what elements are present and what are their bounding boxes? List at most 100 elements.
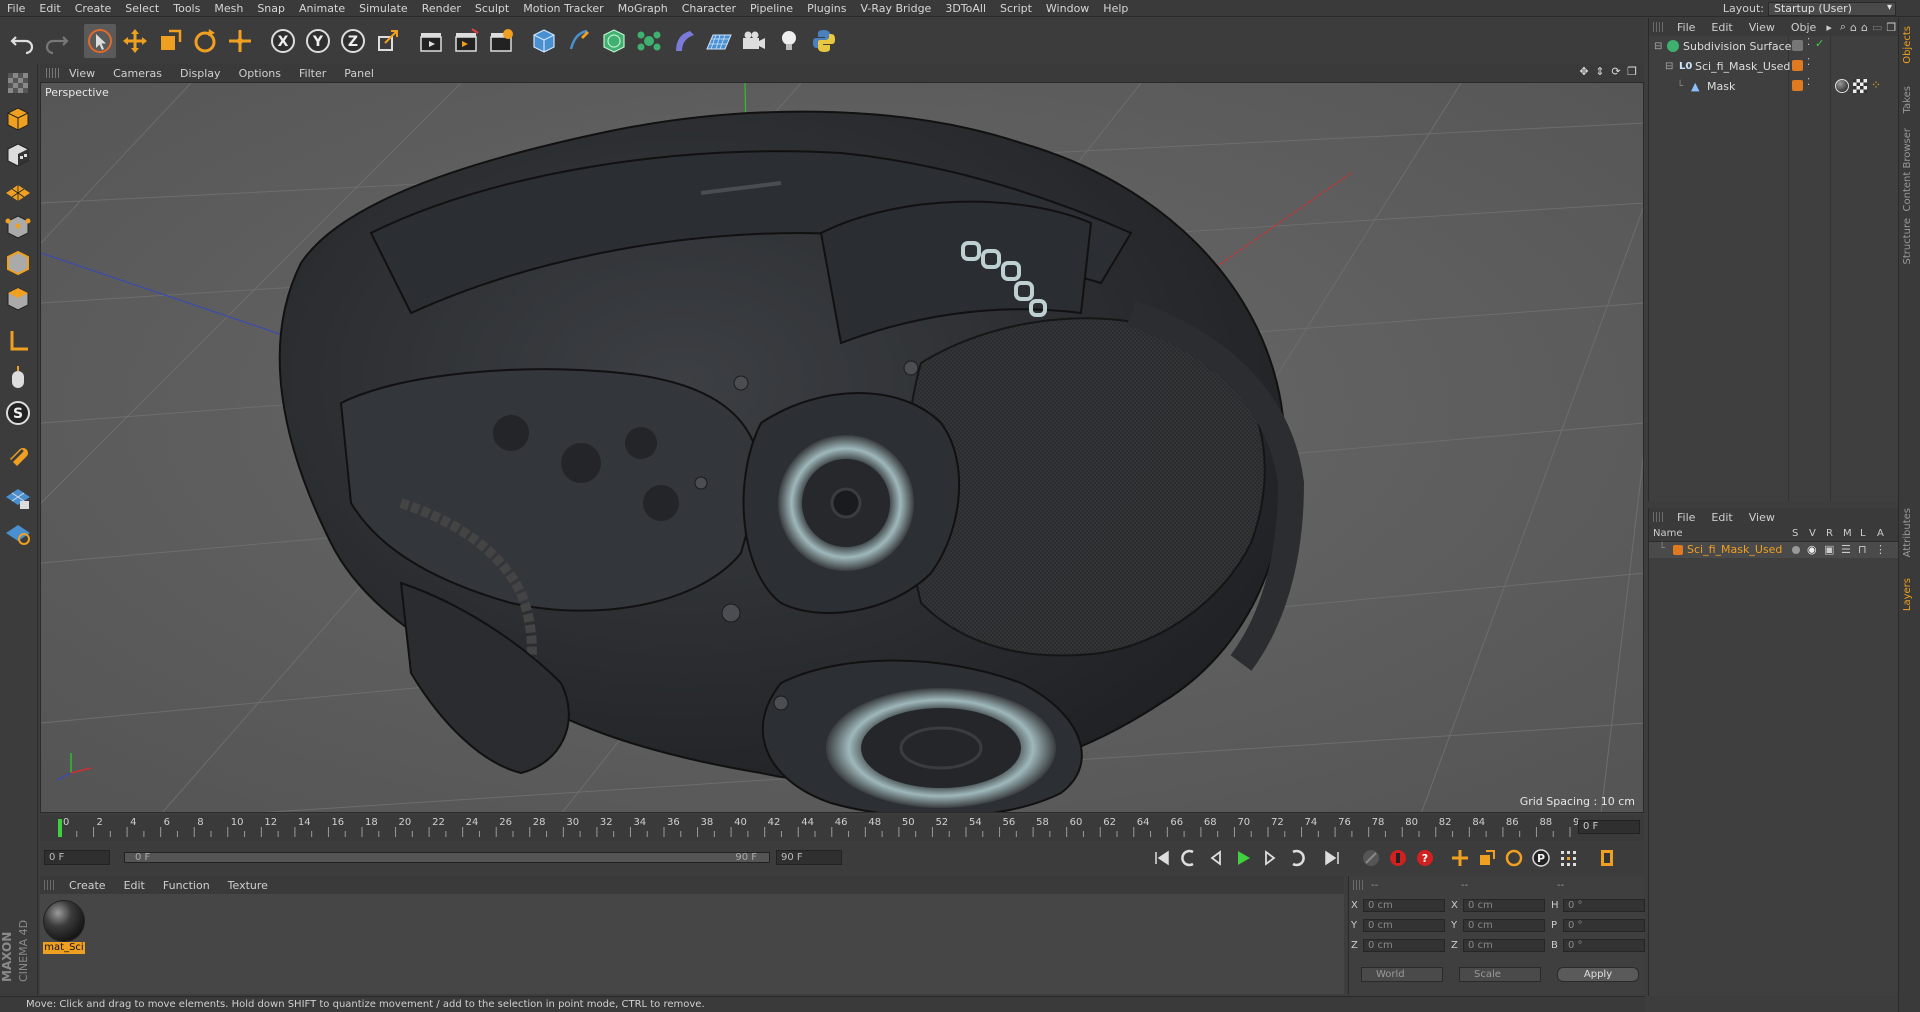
- menu-simulate[interactable]: Simulate: [352, 0, 415, 17]
- collapse-toggle-icon[interactable]: ⊟: [1654, 41, 1662, 52]
- perspective-viewport[interactable]: Perspective Grid Spacing : 10 cm: [40, 82, 1644, 813]
- mograph-cloner-button[interactable]: [633, 24, 665, 58]
- object-row-scifi-mask[interactable]: ⊟ L0 Sci_fi_Mask_Used ⁚: [1649, 56, 1899, 76]
- viewport-menu-filter[interactable]: Filter: [290, 67, 335, 80]
- menu-mesh[interactable]: Mesh: [207, 0, 250, 17]
- deformer-button[interactable]: [668, 24, 700, 58]
- search-icon[interactable]: ⌕: [1840, 20, 1846, 34]
- next-frame-button[interactable]: [1258, 846, 1282, 870]
- workplane-mode-button[interactable]: [0, 174, 36, 208]
- panel-grip[interactable]: [1353, 880, 1365, 890]
- menu-sculpt[interactable]: Sculpt: [468, 0, 516, 17]
- previous-key-button[interactable]: [1177, 846, 1201, 870]
- autokey-button[interactable]: ?: [1413, 846, 1437, 870]
- object-row-subdivision-surface[interactable]: ⊟ Subdivision Surface ⁚ ✓: [1649, 36, 1899, 56]
- menu-tools[interactable]: Tools: [166, 0, 207, 17]
- playhead[interactable]: [58, 819, 62, 837]
- render-settings-button[interactable]: [485, 24, 517, 58]
- edge-mode-button[interactable]: [0, 246, 36, 280]
- layer-row-scifi-mask[interactable]: └ Sci_fi_Mask_Used ◉ ▣ ☰ ⊓ ⋮: [1649, 542, 1899, 558]
- size-z-field[interactable]: 0 cm: [1463, 938, 1545, 952]
- undo-button[interactable]: [6, 24, 38, 58]
- layer-menu-view[interactable]: View: [1741, 511, 1783, 524]
- menu-3dtoall[interactable]: 3DToAll: [938, 0, 993, 17]
- light-object-button[interactable]: [773, 24, 805, 58]
- viewport-menu-view[interactable]: View: [60, 67, 104, 80]
- rotate-tool-button[interactable]: [189, 24, 221, 58]
- transform-tool-button[interactable]: [224, 24, 256, 58]
- go-to-start-button[interactable]: [1150, 846, 1174, 870]
- new-view-icon[interactable]: ▭: [1872, 21, 1882, 34]
- layer-tag-icon[interactable]: [1792, 40, 1803, 51]
- column-locked[interactable]: L: [1860, 528, 1866, 539]
- solo-dot-icon[interactable]: [1792, 546, 1800, 554]
- panel-grip[interactable]: [1653, 512, 1665, 522]
- render-picture-viewer-button[interactable]: [450, 24, 482, 58]
- axis-mode-button[interactable]: [0, 324, 36, 358]
- current-frame-field[interactable]: 0 F: [1578, 820, 1640, 834]
- snap-toggle-button[interactable]: S: [0, 396, 36, 430]
- menu-animate[interactable]: Animate: [292, 0, 352, 17]
- model-mode-button[interactable]: [0, 102, 36, 136]
- x-axis-lock-button[interactable]: X: [267, 24, 299, 58]
- dolly-view-icon[interactable]: ⇕: [1594, 66, 1606, 78]
- object-menu-objects[interactable]: Obje: [1783, 21, 1824, 34]
- menu-plugins[interactable]: Plugins: [800, 0, 853, 17]
- collapse-toggle-icon[interactable]: ⊟: [1665, 61, 1673, 72]
- enabled-check-icon[interactable]: ✓: [1815, 37, 1824, 50]
- layer-color-icon[interactable]: [1792, 80, 1803, 91]
- menu-character[interactable]: Character: [675, 0, 743, 17]
- start-frame-field[interactable]: 0 F: [44, 850, 110, 865]
- material-swatch[interactable]: mat_Sci: [43, 900, 85, 954]
- position-y-field[interactable]: 0 cm: [1363, 918, 1445, 932]
- render-view-button[interactable]: [415, 24, 447, 58]
- panel-grip[interactable]: [44, 880, 56, 890]
- live-selection-button[interactable]: [84, 24, 116, 58]
- planar-workplane-button[interactable]: [0, 516, 36, 550]
- menu-snap[interactable]: Snap: [250, 0, 292, 17]
- menu-mograph[interactable]: MoGraph: [611, 0, 675, 17]
- menu-overflow-icon[interactable]: ▸: [1826, 21, 1832, 34]
- rotate-view-icon[interactable]: ⟳: [1610, 66, 1622, 78]
- material-menu-texture[interactable]: Texture: [219, 879, 277, 892]
- viewport-menu-panel[interactable]: Panel: [335, 67, 383, 80]
- menu-pipeline[interactable]: Pipeline: [743, 0, 800, 17]
- viewport-menu-cameras[interactable]: Cameras: [104, 67, 171, 80]
- tab-attributes[interactable]: Attributes: [1902, 508, 1913, 557]
- z-axis-lock-button[interactable]: Z: [337, 24, 369, 58]
- tab-takes[interactable]: Takes: [1902, 86, 1913, 113]
- home-icon[interactable]: ⌂: [1861, 21, 1868, 34]
- timeline-window-button[interactable]: [1595, 846, 1619, 870]
- timeline-ruler[interactable]: 0 2 4 6 8 10 12 14 16 18 20 22 24 26 28 30 32 34 36 38 40 42 4…: [40, 815, 1644, 841]
- position-x-field[interactable]: 0 cm: [1363, 898, 1445, 912]
- frame-range-slider[interactable]: 0 F 90 F: [124, 852, 770, 863]
- menu-render[interactable]: Render: [415, 0, 468, 17]
- scale-tool-button[interactable]: [154, 24, 186, 58]
- menu-script[interactable]: Script: [993, 0, 1039, 17]
- menu-create[interactable]: Create: [68, 0, 119, 17]
- coordinate-space-dropdown[interactable]: World: [1361, 967, 1443, 982]
- viewport-menu-options[interactable]: Options: [230, 67, 290, 80]
- tab-layers[interactable]: Layers: [1902, 578, 1913, 611]
- coordinate-system-button[interactable]: [372, 24, 404, 58]
- apply-button[interactable]: Apply: [1557, 967, 1639, 982]
- column-solo[interactable]: S: [1792, 528, 1798, 539]
- floor-scene-button[interactable]: [703, 24, 735, 58]
- camera-object-button[interactable]: [738, 24, 770, 58]
- pan-view-icon[interactable]: ✥: [1578, 66, 1590, 78]
- layer-menu-edit[interactable]: Edit: [1703, 511, 1740, 524]
- subdivision-surface-button[interactable]: [598, 24, 630, 58]
- size-mode-dropdown[interactable]: Scale: [1459, 967, 1541, 982]
- menu-select[interactable]: Select: [118, 0, 166, 17]
- rotation-h-field[interactable]: 0 °: [1563, 898, 1645, 912]
- key-position-button[interactable]: [1448, 846, 1472, 870]
- object-row-mask[interactable]: └ ▲ Mask ⁚ ⁘: [1649, 76, 1899, 96]
- column-name[interactable]: Name: [1653, 528, 1683, 539]
- bookmark-icon[interactable]: ⌂: [1850, 21, 1857, 34]
- redo-button[interactable]: [41, 24, 73, 58]
- material-tag-icon[interactable]: [1835, 79, 1849, 93]
- tab-structure[interactable]: Structure: [1902, 218, 1913, 265]
- panel-grip[interactable]: [46, 68, 60, 78]
- menu-vray-bridge[interactable]: V-Ray Bridge: [853, 0, 938, 17]
- polygon-mode-button[interactable]: [0, 282, 36, 316]
